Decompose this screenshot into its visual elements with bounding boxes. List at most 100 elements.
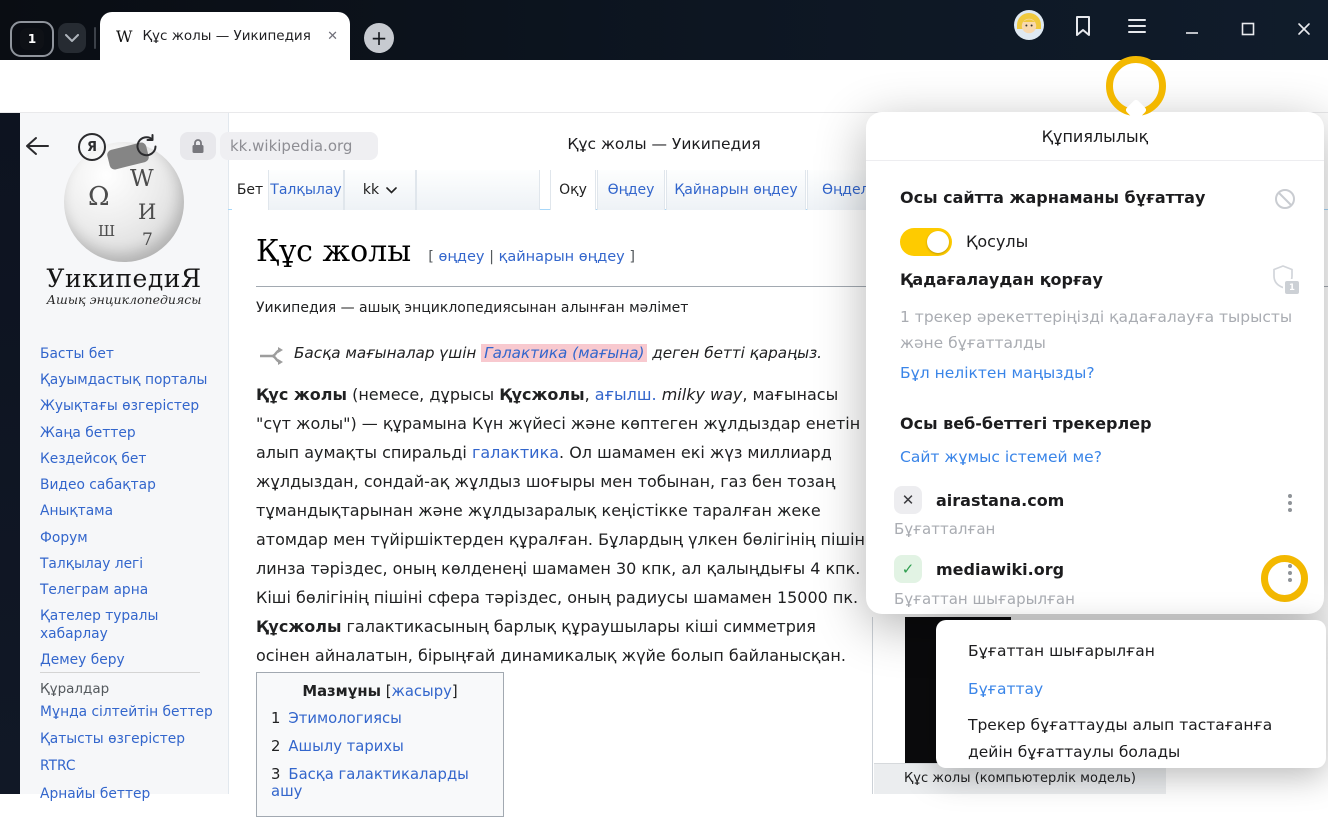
sidebar-tool-link[interactable]: RTRC [40,758,218,775]
tab-count-badge: 1 [20,28,44,50]
sidebar-link[interactable]: Кездейсоқ бет [40,451,218,468]
logo-glyph-w: W [130,166,154,192]
toc-box: Мазмұны [жасыру] 1Этимологиясы 2Ашылу та… [256,672,504,817]
wiki-lang-dropdown[interactable]: kk [344,170,416,210]
trackers-section-title: Осы веб-беттегі трекерлер [900,414,1152,433]
article-byline: Уикипедия — ашық энциклопедиясынан алынғ… [256,300,688,316]
mini-shield-icon: 1 [1272,264,1296,292]
why-important-link[interactable]: Бұл неліктен маңызды? [900,364,1095,382]
ad-block-toggle[interactable] [900,228,952,256]
minimize-icon [1185,22,1199,36]
article-edit-links[interactable]: [ өңдеу | қайнарын өңдеу ] [428,249,635,265]
tracker-domain: mediawiki.org [936,560,1064,579]
sidebar-link[interactable]: Форум [40,530,218,547]
block-circle-icon [1274,188,1296,210]
sidebar-link[interactable]: Анықтама [40,503,218,520]
window-minimize-button[interactable] [1172,12,1212,46]
tracker-domain: airastana.com [936,491,1064,510]
tab-counter-button[interactable]: 1 [10,21,54,57]
logo-glyph-i: И [138,200,156,224]
sidebar-tools: Мұнда сілтейтін беттер Қатысты өзгерістер… [40,704,218,803]
toggle-knob [927,231,949,253]
hamburger-menu-icon [1126,16,1148,36]
allowed-check-icon: ✓ [894,555,922,583]
sidebar-tool-link[interactable]: Қатысты өзгерістер [40,731,218,748]
back-button[interactable] [24,134,50,158]
bookmark-outline-icon [1070,13,1096,39]
toc-title[interactable]: Мазмұны [жасыру] [271,683,489,700]
tracker-row-blocked: ✕ airastana.com [894,486,1064,514]
window-left-edge [0,112,20,794]
wikipedia-tagline: Ашық энциклопедиясы [20,292,228,307]
toc-item[interactable]: 2Ашылу тарихы [271,738,489,755]
collections-button[interactable] [1070,13,1096,39]
blocked-x-icon: ✕ [894,486,922,514]
ad-block-toggle-label: Қосулы [966,232,1028,251]
site-broken-link[interactable]: Сайт жұмыс істемей ме? [900,448,1102,466]
article-title: Құс жолы [256,234,411,269]
reload-button[interactable] [134,133,158,159]
wiki-tab-read[interactable]: Оқу [550,170,596,210]
sidebar-link[interactable]: Жуықтағы өзгерістер [40,398,218,415]
menu-state-label: Бұғаттан шығарылған [968,642,1155,660]
sidebar-tools-header: Құралдар [40,672,200,697]
menu-note: Трекер бұғаттауды алып тастағанға дейін … [968,712,1298,766]
mini-shield-badge: 1 [1283,279,1301,296]
window-maximize-button[interactable] [1228,12,1268,46]
sidebar-link[interactable]: Басты бет [40,346,218,363]
lock-icon [191,138,205,154]
user-avatar-icon [1014,10,1044,40]
window-close-button[interactable] [1284,12,1324,46]
new-tab-button[interactable]: + [364,23,394,53]
menu-block-action[interactable]: Бұғаттау [968,680,1043,698]
sidebar-link[interactable]: Қауымдастық порталы [40,372,218,389]
hatnote-text: Басқа мағыналар үшін Галактика (мағына) … [294,344,822,362]
privacy-panel: Құпиялылық Осы сайтта жарнаманы бұғаттау… [866,112,1324,614]
wiki-tab-page[interactable]: Бет [232,170,268,210]
tracking-description: 1 трекер әрекеттеріңізді қадағалауға тыр… [900,304,1302,356]
logo-glyph-7: 7 [142,230,153,250]
highlight-ring-kebab [1261,555,1308,602]
sidebar-link[interactable]: Талқылау легі [40,556,218,573]
wiki-tab-blank [416,170,540,210]
sidebar-link[interactable]: Телеграм арна [40,582,218,599]
disambiguation-icon [258,346,284,366]
avatar[interactable] [1014,10,1044,40]
chevron-down-icon [386,187,397,194]
sidebar-link[interactable]: Қателер туралы хабарлау [40,608,218,642]
browser-topbar: 1 W Құс жолы — Уикипедия ✕ + [0,0,1328,60]
sidebar-link[interactable]: Жаңа беттер [40,425,218,442]
site-security-button[interactable] [180,132,216,160]
back-arrow-icon [24,134,50,158]
browser-tab[interactable]: W Құс жолы — Уикипедия ✕ [100,12,350,60]
infobox-border [872,617,873,794]
wikipedia-logo[interactable]: Ω W И 7 Ш [64,142,184,262]
wikipedia-favicon: W [116,27,132,46]
tab-list-chevron-button[interactable] [58,23,86,53]
privacy-panel-title: Құпиялылық [866,112,1324,161]
yandex-button[interactable]: Я [78,133,106,161]
tracker-dropdown-menu: Бұғаттан шығарылған Бұғаттау Трекер бұға… [936,620,1326,768]
article-intro: Құс жолы (немесе, дұрысы Құсжолы, ағылш.… [256,380,872,670]
sidebar-tool-link[interactable]: Мұнда сілтейтін беттер [40,704,218,721]
browser-menu-button[interactable] [1126,16,1148,36]
logo-glyph-omega: Ω [88,182,110,212]
sidebar-link[interactable]: Демеу беру [40,652,218,669]
sidebar-nav: Басты бет Қауымдастық порталы Жуықтағы өзг… [40,346,218,669]
wiki-tab-edit-source[interactable]: Қайнарын өңдеу [666,170,806,210]
sidebar-link[interactable]: Видео сабақтар [40,477,218,494]
tab-close-icon[interactable]: ✕ [327,29,338,44]
chevron-down-icon [65,34,79,42]
toc-item[interactable]: 1Этимологиясы [271,710,489,727]
maximize-icon [1241,22,1255,36]
sidebar-tool-link[interactable]: Арнайы беттер [40,786,218,803]
tracker-menu-button[interactable] [1288,494,1292,512]
wiki-tab-edit[interactable]: Өңдеу [597,170,665,210]
close-icon [1297,22,1311,36]
toolbar-page-title: Құс жолы — Уикипедия [464,135,864,153]
toc-item[interactable]: 3Басқа галактикаларды ашу [271,766,489,800]
ad-block-section-title: Осы сайтта жарнаманы бұғаттау [900,188,1205,207]
wiki-tab-talk[interactable]: Талқылау [268,170,344,210]
wiki-lang-code: kk [363,182,379,198]
address-bar[interactable]: kk.wikipedia.org [220,132,378,160]
